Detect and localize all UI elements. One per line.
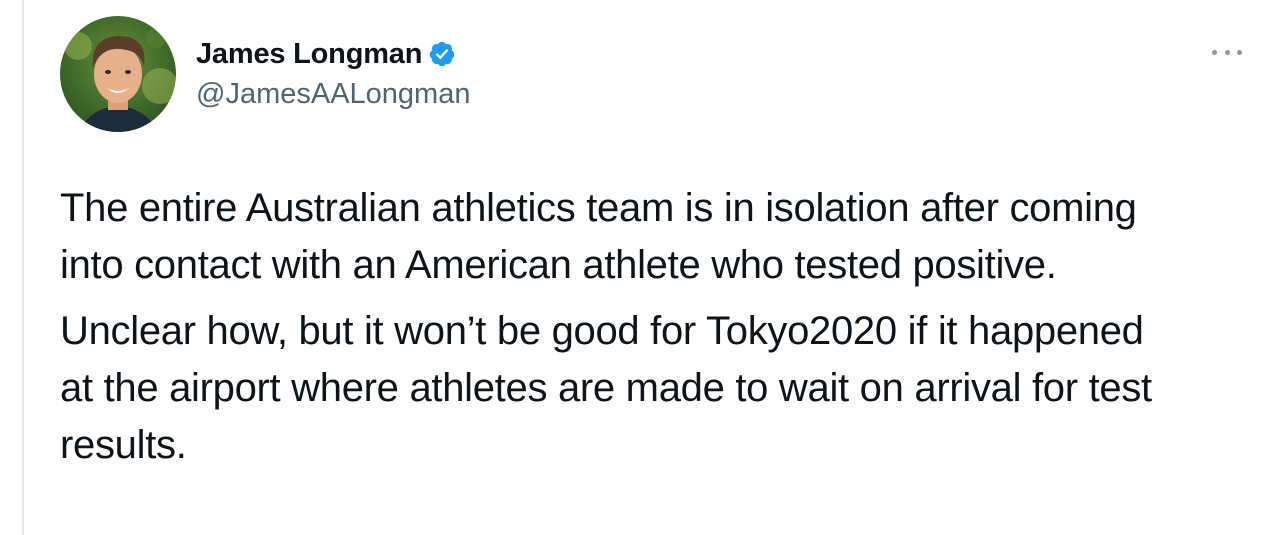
avatar-image [60,16,176,132]
more-dot [1237,49,1242,55]
name-row: James Longman [196,34,470,74]
more-options-icon[interactable] [1212,42,1242,62]
author-handle[interactable]: @JamesAALongman [196,78,470,111]
tweet-paragraph: Unclear how, but it won’t be good for To… [60,309,1152,467]
author-display-name[interactable]: James Longman [196,38,422,71]
tweet-paragraph: The entire Australian athletics team is … [60,186,1137,287]
more-dot [1224,49,1230,55]
tweet-text: The entire Australian athletics team is … [60,180,1260,474]
tweet-card: James Longman @JamesAALongman The entire… [0,0,1280,535]
author-block: James Longman @JamesAALongman [196,34,470,111]
verified-badge-icon [428,40,456,68]
avatar[interactable] [60,16,176,132]
more-dot [1212,49,1217,55]
